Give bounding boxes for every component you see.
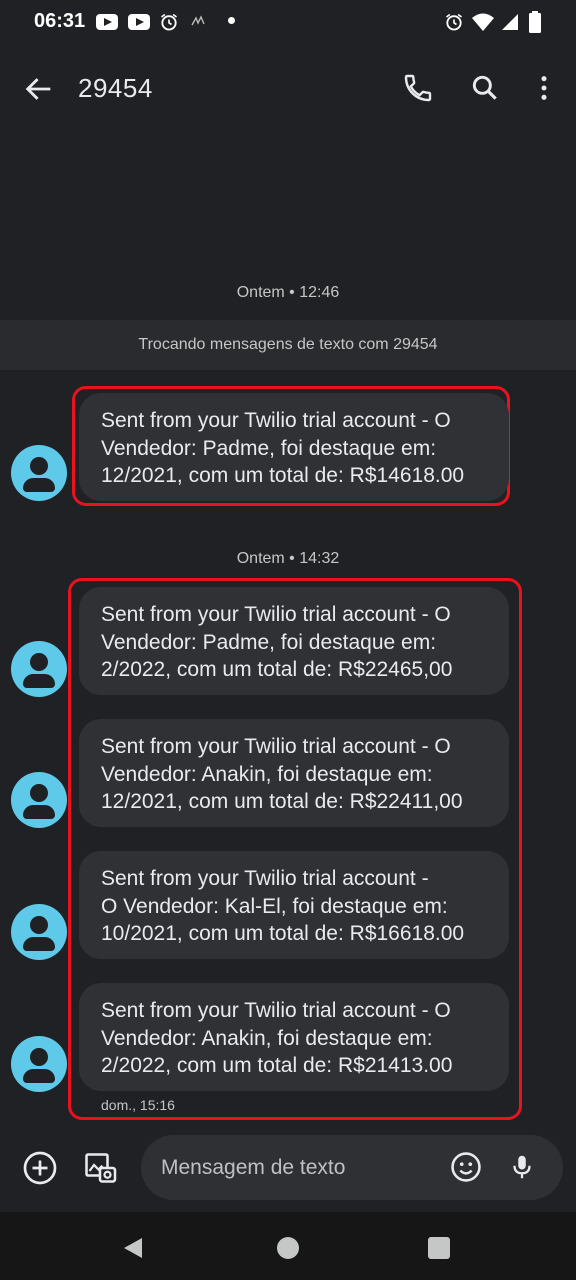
message-line: Vendedor: Padme, foi destaque em:	[101, 630, 437, 654]
phone-icon[interactable]	[402, 72, 436, 106]
timestamp: Ontem • 12:46	[236, 284, 340, 301]
message-line: 2/2022, com um total de: R$21413.00	[101, 1054, 453, 1077]
conversation-banner: Trocando mensagens de texto com 29454	[0, 320, 576, 370]
alarm-icon	[443, 11, 465, 33]
message-bubble[interactable]: Sent from your Twilio trial account - O …	[79, 719, 509, 827]
avatar[interactable]	[11, 904, 67, 960]
search-icon[interactable]	[469, 72, 503, 106]
message-line: 10/2021, com um total de: R$16618.00	[101, 922, 465, 945]
youtube-icon	[96, 14, 118, 30]
avatar[interactable]	[11, 1036, 67, 1092]
message-line: Sent from your Twilio trial account - O	[101, 735, 451, 758]
message-line: 12/2021, com um total de: R$14618.00	[101, 464, 465, 487]
avatar[interactable]	[11, 772, 67, 828]
message-line: O Vendedor: Kal-El, foi destaque em:	[101, 894, 448, 918]
conversation-title: 29454	[78, 73, 153, 103]
message-input[interactable]	[161, 1135, 441, 1200]
message-line: Sent from your Twilio trial account - O	[101, 603, 451, 626]
message-line: Sent from your Twilio trial account - O	[101, 409, 451, 432]
nav-home-icon[interactable]	[277, 1237, 299, 1259]
app-notification-icon	[188, 11, 210, 33]
avatar[interactable]	[11, 641, 67, 697]
message-line: Vendedor: Anakin, foi destaque em:	[101, 1026, 433, 1050]
message-line: Vendedor: Padme, foi destaque em:	[101, 436, 437, 460]
back-arrow-icon[interactable]	[22, 72, 56, 106]
message-timestamp: dom., 15:16	[101, 1097, 175, 1113]
avatar[interactable]	[11, 445, 67, 501]
wifi-icon	[470, 11, 496, 33]
gallery-icon[interactable]	[82, 1150, 118, 1186]
nav-back-icon[interactable]	[122, 1236, 144, 1260]
message-bubble[interactable]: Sent from your Twilio trial account - O …	[79, 851, 509, 959]
navigation-bar	[0, 1212, 576, 1280]
message-line: Sent from your Twilio trial account -	[101, 867, 429, 890]
youtube-icon	[128, 14, 150, 30]
status-bar: 06:31	[0, 0, 576, 44]
status-time: 06:31	[34, 10, 86, 32]
message-line: 12/2021, com um total de: R$22411,00	[101, 790, 463, 813]
message-line: 2/2022, com um total de: R$22465,00	[101, 658, 453, 681]
alarm-icon	[158, 11, 180, 33]
more-notifications-dot	[228, 17, 235, 24]
compose-container	[141, 1135, 563, 1200]
message-line: Sent from your Twilio trial account - O	[101, 999, 451, 1022]
message-bubble[interactable]: Sent from your Twilio trial account - O …	[79, 393, 509, 501]
nav-recents-icon[interactable]	[428, 1237, 450, 1259]
add-icon[interactable]	[22, 1150, 58, 1186]
signal-icon	[500, 11, 520, 33]
timestamp: Ontem • 14:32	[236, 550, 340, 567]
mic-icon[interactable]	[507, 1150, 537, 1184]
message-bubble[interactable]: Sent from your Twilio trial account - O …	[79, 983, 509, 1091]
more-vert-icon[interactable]	[528, 72, 560, 106]
message-bubble[interactable]: Sent from your Twilio trial account - O …	[79, 587, 509, 695]
battery-icon	[528, 11, 542, 33]
emoji-icon[interactable]	[449, 1150, 483, 1184]
message-line: Vendedor: Anakin, foi destaque em:	[101, 762, 433, 786]
